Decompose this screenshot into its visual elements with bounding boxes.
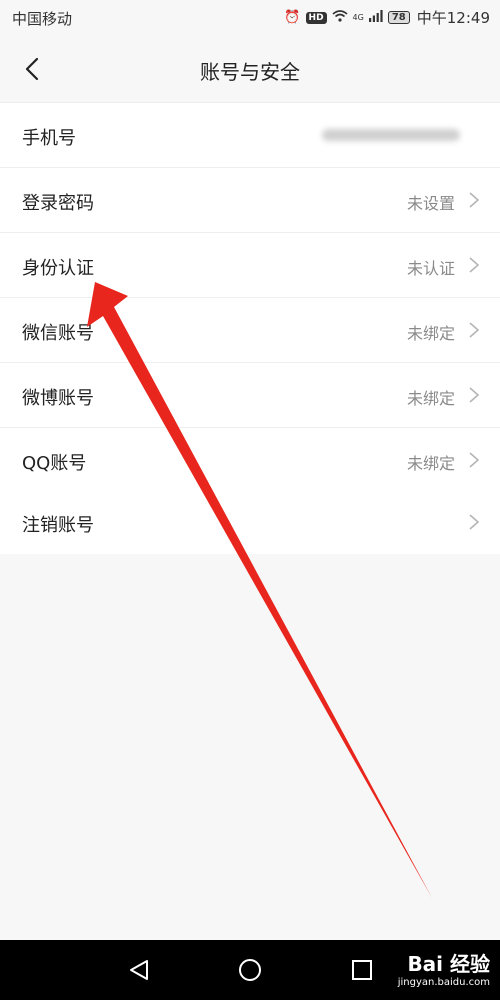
login-password-row[interactable]: 登录密码 未设置 [0,168,500,233]
nav-recents-square-icon[interactable] [350,958,374,982]
chevron-right-icon [469,387,480,403]
phone-number-row[interactable]: 手机号 [0,103,500,168]
nav-bar: 账号与安全 [0,36,500,103]
status-icons: ⏰ HD 4G 78 中午12:49 [284,7,490,28]
row-value: 未认证 [406,259,455,278]
chevron-right-icon [469,514,480,530]
system-nav-bar: Bai 经验 jingyan.baidu.com [0,940,500,1000]
wechat-account-row[interactable]: 微信账号 未绑定 [0,298,500,363]
chevron-right-icon [469,322,480,338]
baidu-jingyan-watermark: Bai 经验 jingyan.baidu.com [398,948,490,988]
row-label: QQ账号 [22,453,87,474]
row-value: 未绑定 [406,324,455,343]
qq-account-row[interactable]: QQ账号 未绑定 [0,428,500,492]
hd-badge: HD [305,11,327,24]
nav-home-circle-icon[interactable] [238,958,262,982]
identity-verification-row[interactable]: 身份认证 未认证 [0,233,500,298]
clock: 中午12:49 [416,9,490,27]
row-label: 微信账号 [22,323,94,344]
battery-indicator: 78 [387,11,410,24]
network-type: 4G [352,13,364,22]
chevron-right-icon [469,192,480,208]
chevron-right-icon [469,257,480,273]
phone-number-value [322,129,460,141]
row-value: 未绑定 [406,389,455,408]
signal-icon [368,9,383,26]
alarm-icon: ⏰ [284,10,301,25]
watermark-sub: jingyan.baidu.com [397,977,490,988]
row-label: 身份认证 [22,258,94,279]
nav-back-triangle-icon[interactable] [127,958,151,982]
row-value: 未设置 [406,194,455,213]
row-label: 登录密码 [22,193,94,214]
wifi-icon [332,9,348,26]
settings-list: 手机号 登录密码 未设置 身份认证 未认证 微信账号 未绑定 微博账号 未绑定 … [0,103,500,492]
row-label: 手机号 [22,128,76,149]
chevron-right-icon [469,452,480,468]
row-label: 微博账号 [22,388,94,409]
row-label: 注销账号 [22,515,94,536]
carrier-name: 中国移动 [12,10,73,28]
status-bar: 中国移动 ⏰ HD 4G 78 中午12:49 [0,0,500,36]
row-value: 未绑定 [406,454,455,473]
weibo-account-row[interactable]: 微博账号 未绑定 [0,363,500,428]
deactivate-section: 注销账号 [0,490,500,554]
watermark-main: Bai 经验 [407,952,490,976]
deactivate-account-row[interactable]: 注销账号 [0,490,500,554]
page-title: 账号与安全 [200,60,300,84]
